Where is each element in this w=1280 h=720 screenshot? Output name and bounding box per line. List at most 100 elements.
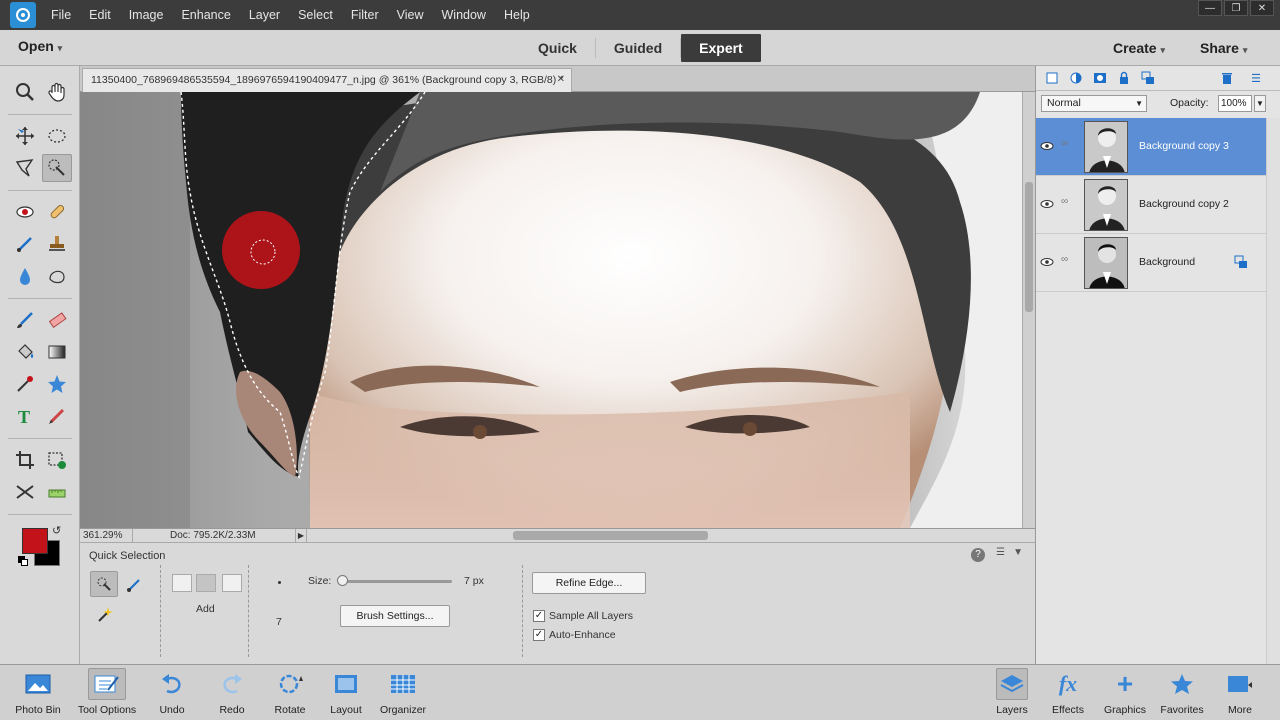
delete-layer-icon[interactable] <box>1219 70 1235 86</box>
zoom-tool-icon[interactable] <box>10 78 40 106</box>
menu-help[interactable]: Help <box>495 0 539 30</box>
refine-edge-button[interactable]: Refine Edge... <box>532 572 646 594</box>
menu-edit[interactable]: Edit <box>80 0 120 30</box>
auto-enhance-checkbox[interactable]: ✓ <box>533 629 545 641</box>
lasso-tool-icon[interactable] <box>10 154 40 182</box>
graphics-button[interactable]: + Graphics <box>1102 668 1148 720</box>
pencil-tool-icon[interactable] <box>42 402 72 430</box>
tool-options-button[interactable]: Tool Options <box>74 668 140 720</box>
tab-guided[interactable]: Guided <box>596 34 680 62</box>
layer-link-icon[interactable]: ∞ <box>1061 254 1068 265</box>
content-aware-move-icon[interactable] <box>10 478 40 506</box>
image-canvas[interactable] <box>80 92 1022 528</box>
eyedropper-tool-icon[interactable] <box>10 370 40 398</box>
collapse-chevron-icon[interactable]: ▼ <box>1013 547 1023 558</box>
brush-tool-icon[interactable] <box>10 306 40 334</box>
panel-menu-icon[interactable]: ☰ <box>996 547 1005 558</box>
help-icon[interactable]: ? <box>971 548 985 562</box>
layout-button[interactable]: Layout <box>326 668 366 720</box>
menu-view[interactable]: View <box>388 0 433 30</box>
swap-colors-icon[interactable]: ↺ <box>52 524 61 537</box>
straighten-tool-icon[interactable] <box>42 478 72 506</box>
open-button[interactable]: Open ▾ <box>18 38 62 54</box>
magic-wand-icon[interactable] <box>92 603 116 627</box>
tab-expert[interactable]: Expert <box>681 34 761 62</box>
blend-mode-dropdown[interactable]: Normal ▼ <box>1041 95 1147 112</box>
app-logo-icon[interactable] <box>10 2 36 28</box>
zoom-readout[interactable]: 361.29% <box>83 529 133 542</box>
link-layers-icon[interactable] <box>1140 70 1156 86</box>
blur-tool-icon[interactable] <box>10 262 40 290</box>
visibility-eye-icon[interactable] <box>1040 197 1054 211</box>
move-tool-icon[interactable] <box>10 122 40 150</box>
create-button[interactable]: Create ▾ <box>1113 40 1165 56</box>
paint-bucket-icon[interactable] <box>10 338 40 366</box>
sample-all-layers-checkbox[interactable]: ✓ <box>533 610 545 622</box>
more-button[interactable]: More <box>1220 668 1260 720</box>
gradient-tool-icon[interactable] <box>42 338 72 366</box>
eraser-tool-icon[interactable] <box>42 306 72 334</box>
lock-icon[interactable] <box>1116 70 1132 86</box>
menu-filter[interactable]: Filter <box>342 0 388 30</box>
opacity-input[interactable]: 100% <box>1218 95 1252 112</box>
restore-icon[interactable]: ❐ <box>1224 0 1248 16</box>
type-tool-icon[interactable]: T <box>10 402 40 430</box>
minimize-icon[interactable]: — <box>1198 0 1222 16</box>
menu-window[interactable]: Window <box>433 0 495 30</box>
hand-tool-icon[interactable] <box>42 78 72 106</box>
document-tab[interactable]: 11350400_768969486535594_189697659419040… <box>82 68 572 92</box>
menu-layer[interactable]: Layer <box>240 0 289 30</box>
photo-bin-button[interactable]: Photo Bin <box>12 668 64 720</box>
foreground-color-swatch[interactable] <box>22 528 48 554</box>
quick-selection-tool-icon[interactable] <box>42 154 72 182</box>
new-layer-icon[interactable] <box>1044 70 1060 86</box>
menu-image[interactable]: Image <box>120 0 173 30</box>
status-menu-arrow-icon[interactable]: ▶ <box>295 529 307 542</box>
layer-row[interactable]: ∞ Background copy 3 <box>1036 118 1266 176</box>
layers-scrollbar[interactable] <box>1266 118 1280 664</box>
menu-select[interactable]: Select <box>289 0 342 30</box>
layers-button[interactable]: Layers <box>992 668 1032 720</box>
spot-healing-brush-icon[interactable] <box>42 198 72 226</box>
close-icon[interactable]: ✕ <box>1250 0 1274 16</box>
effects-button[interactable]: fx Effects <box>1048 668 1088 720</box>
canvas-vertical-scrollbar[interactable] <box>1022 92 1035 528</box>
marquee-tool-icon[interactable] <box>42 122 72 150</box>
organizer-button[interactable]: Organizer <box>376 668 430 720</box>
visibility-eye-icon[interactable] <box>1040 139 1054 153</box>
opacity-dropdown-icon[interactable]: ▼ <box>1254 95 1266 112</box>
close-tab-icon[interactable]: ✕ <box>557 69 565 91</box>
add-to-selection-icon[interactable] <box>196 574 216 592</box>
adjustment-layer-icon[interactable] <box>1068 70 1084 86</box>
layer-row[interactable]: ∞ Background <box>1036 234 1266 292</box>
crop-tool-icon[interactable] <box>10 446 40 474</box>
custom-shape-icon[interactable] <box>42 370 72 398</box>
recompose-tool-icon[interactable] <box>42 446 72 474</box>
new-selection-icon[interactable] <box>172 574 192 592</box>
selection-brush-icon[interactable] <box>122 573 146 597</box>
brush-settings-button[interactable]: Brush Settings... <box>340 605 450 627</box>
red-eye-tool-icon[interactable] <box>10 198 40 226</box>
default-colors-icon[interactable] <box>18 556 28 566</box>
canvas-horizontal-scrollbar[interactable] <box>513 531 708 540</box>
undo-button[interactable]: Undo <box>152 668 192 720</box>
scrollbar-thumb[interactable] <box>1025 182 1033 312</box>
subtract-from-selection-icon[interactable] <box>222 574 242 592</box>
size-slider-knob[interactable] <box>337 575 348 586</box>
redo-button[interactable]: Redo <box>212 668 252 720</box>
quick-selection-option-icon[interactable] <box>90 571 118 597</box>
share-button[interactable]: Share ▾ <box>1200 40 1247 56</box>
rotate-button[interactable]: Rotate <box>270 668 310 720</box>
menu-file[interactable]: File <box>42 0 80 30</box>
layer-link-icon[interactable]: ∞ <box>1061 138 1068 149</box>
layer-row[interactable]: ∞ Background copy 2 <box>1036 176 1266 234</box>
visibility-eye-icon[interactable] <box>1040 255 1054 269</box>
favorites-button[interactable]: Favorites <box>1158 668 1206 720</box>
panel-menu-icon[interactable]: ☰ <box>1248 70 1264 86</box>
sponge-tool-icon[interactable] <box>42 262 72 290</box>
menu-enhance[interactable]: Enhance <box>172 0 239 30</box>
tab-quick[interactable]: Quick <box>520 34 595 62</box>
layer-link-icon[interactable]: ∞ <box>1061 196 1068 207</box>
size-slider[interactable] <box>337 575 452 586</box>
smart-brush-icon[interactable] <box>10 230 40 258</box>
